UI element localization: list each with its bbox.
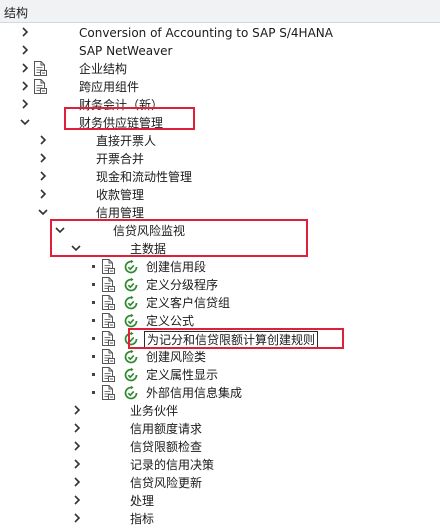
documentation-icon[interactable]: [101, 259, 115, 274]
chevron-right-icon[interactable]: [72, 459, 82, 469]
execute-activity-icon[interactable]: [123, 385, 139, 401]
tree-item-label[interactable]: 定义分级程序: [146, 277, 218, 293]
execute-activity-icon[interactable]: [123, 367, 139, 383]
tree-item-label[interactable]: 信用额度请求: [130, 421, 202, 437]
tree-row[interactable]: 收款管理: [0, 186, 440, 204]
documentation-icon[interactable]: [101, 295, 115, 310]
documentation-icon[interactable]: [101, 385, 115, 400]
highlight-box-credit-risk: [50, 219, 308, 257]
tree-item-label[interactable]: 信贷限额检查: [130, 439, 202, 455]
tree-item-label[interactable]: 定义属性显示: [146, 367, 218, 383]
tree-row[interactable]: 信贷限额检查: [0, 438, 440, 456]
execute-activity-icon[interactable]: [123, 259, 139, 275]
chevron-right-icon[interactable]: [72, 405, 82, 415]
chevron-right-icon[interactable]: [20, 45, 30, 55]
chevron-right-icon[interactable]: [38, 171, 48, 181]
documentation-icon[interactable]: [33, 79, 47, 94]
documentation-icon[interactable]: [101, 331, 115, 346]
chevron-right-icon[interactable]: [20, 63, 30, 73]
tree-row[interactable]: 定义属性显示: [0, 366, 440, 384]
leaf-bullet-icon: [92, 391, 95, 394]
tree-row[interactable]: 信贷风险更新: [0, 474, 440, 492]
tree-row[interactable]: 信用额度请求: [0, 420, 440, 438]
chevron-right-icon[interactable]: [72, 477, 82, 487]
tree-item-label[interactable]: Conversion of Accounting to SAP S/4HANA: [79, 25, 333, 41]
documentation-icon[interactable]: [101, 313, 115, 328]
tree-item-label[interactable]: 处理: [130, 493, 154, 509]
leaf-bullet-icon: [92, 373, 95, 376]
chevron-right-icon[interactable]: [72, 441, 82, 451]
highlight-box-rule: [128, 328, 344, 349]
tree-item-label[interactable]: 外部信用信息集成: [146, 385, 242, 401]
tree-item-label[interactable]: 创建风险类: [146, 349, 206, 365]
leaf-bullet-icon: [92, 283, 95, 286]
tree-row[interactable]: 定义分级程序: [0, 276, 440, 294]
tree-item-label[interactable]: 定义客户信贷组: [146, 295, 230, 311]
structure-header: 结构: [0, 0, 440, 23]
leaf-bullet-icon: [92, 319, 95, 322]
tree-item-label[interactable]: 指标: [130, 511, 154, 527]
documentation-icon[interactable]: [33, 61, 47, 76]
tree-row[interactable]: 处理: [0, 492, 440, 510]
leaf-bullet-icon: [92, 265, 95, 268]
chevron-right-icon[interactable]: [20, 81, 30, 91]
tree-row[interactable]: 直接开票人: [0, 132, 440, 150]
tree-item-label[interactable]: 现金和流动性管理: [96, 169, 192, 185]
leaf-bullet-icon: [92, 301, 95, 304]
tree-item-label[interactable]: 定义公式: [146, 313, 194, 329]
tree-item-label[interactable]: 记录的信用决策: [130, 457, 214, 473]
tree-item-label[interactable]: 企业结构: [79, 61, 127, 77]
execute-activity-icon[interactable]: [123, 295, 139, 311]
tree-item-label[interactable]: 收款管理: [96, 187, 144, 203]
tree-row[interactable]: 指标: [0, 510, 440, 528]
tree-row[interactable]: 创建风险类: [0, 348, 440, 366]
tree-item-label[interactable]: 信贷风险更新: [130, 475, 202, 491]
structure-title: 结构: [4, 6, 29, 20]
tree-row[interactable]: 现金和流动性管理: [0, 168, 440, 186]
tree-item-label[interactable]: SAP NetWeaver: [79, 43, 172, 59]
tree-item-label[interactable]: 跨应用组件: [79, 79, 139, 95]
chevron-right-icon[interactable]: [38, 189, 48, 199]
chevron-down-icon[interactable]: [38, 207, 48, 217]
tree-row[interactable]: 企业结构: [0, 60, 440, 78]
documentation-icon[interactable]: [101, 367, 115, 382]
tree-row[interactable]: 记录的信用决策: [0, 456, 440, 474]
highlight-box-fscm: [64, 107, 195, 130]
tree-row[interactable]: 定义客户信贷组: [0, 294, 440, 312]
tree-row[interactable]: 创建信用段: [0, 258, 440, 276]
tree-row[interactable]: 外部信用信息集成: [0, 384, 440, 402]
documentation-icon[interactable]: [101, 349, 115, 364]
tree-row[interactable]: SAP NetWeaver: [0, 42, 440, 60]
chevron-down-icon[interactable]: [20, 117, 30, 127]
documentation-icon[interactable]: [101, 277, 115, 292]
tree-row[interactable]: 跨应用组件: [0, 78, 440, 96]
chevron-right-icon[interactable]: [38, 153, 48, 163]
tree-item-label[interactable]: 业务伙伴: [130, 403, 178, 419]
chevron-right-icon[interactable]: [38, 135, 48, 145]
chevron-right-icon[interactable]: [20, 27, 30, 37]
execute-activity-icon[interactable]: [123, 313, 139, 329]
tree-row[interactable]: 业务伙伴: [0, 402, 440, 420]
tree-item-label[interactable]: 开票合并: [96, 151, 144, 167]
execute-activity-icon[interactable]: [123, 349, 139, 365]
tree-row[interactable]: Conversion of Accounting to SAP S/4HANA: [0, 24, 440, 42]
tree-item-label[interactable]: 创建信用段: [146, 259, 206, 275]
chevron-right-icon[interactable]: [72, 423, 82, 433]
chevron-right-icon[interactable]: [72, 495, 82, 505]
leaf-bullet-icon: [92, 337, 95, 340]
leaf-bullet-icon: [92, 355, 95, 358]
chevron-right-icon[interactable]: [20, 99, 30, 109]
tree-row[interactable]: 开票合并: [0, 150, 440, 168]
execute-activity-icon[interactable]: [123, 277, 139, 293]
tree-item-label[interactable]: 直接开票人: [96, 133, 156, 149]
